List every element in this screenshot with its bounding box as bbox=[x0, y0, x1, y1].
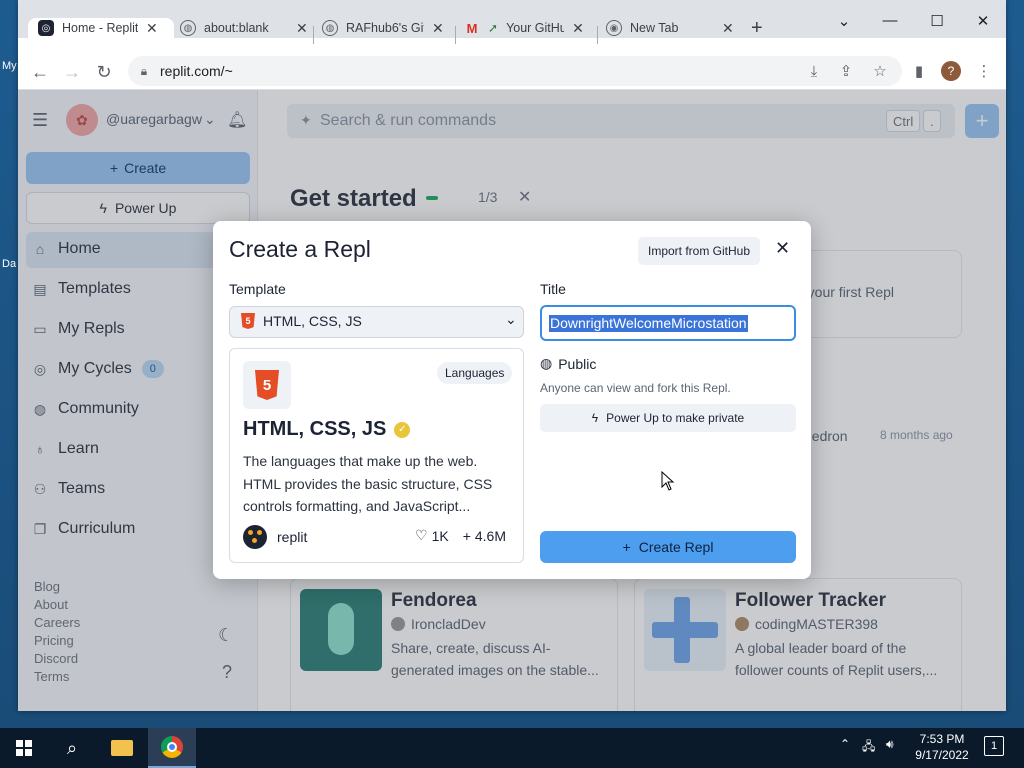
rocket-icon: ➚ bbox=[488, 21, 499, 35]
install-icon[interactable]: ⤓ bbox=[804, 61, 824, 81]
share-icon[interactable]: ⇪ bbox=[836, 61, 856, 81]
template-name: HTML, CSS, JS ✓ bbox=[243, 418, 411, 441]
tab-separator bbox=[455, 26, 456, 44]
new-tab-button[interactable]: + bbox=[751, 17, 763, 39]
repl-title-value[interactable]: DownrightWelcomeMicrostation bbox=[549, 315, 748, 332]
volume-icon[interactable]: 🔊︎ bbox=[886, 737, 894, 752]
tab-title: Home - Replit bbox=[62, 21, 138, 35]
clock-date: 9/17/2022 bbox=[915, 748, 969, 762]
url-text[interactable]: replit.com/~ bbox=[160, 63, 233, 79]
plus-icon: + bbox=[622, 539, 631, 555]
title-label: Title bbox=[540, 281, 566, 297]
close-icon[interactable]: ✕ bbox=[432, 20, 444, 37]
close-icon[interactable]: ✕ bbox=[775, 238, 790, 259]
likes-count: 1K bbox=[431, 527, 449, 544]
gmail-icon: M bbox=[466, 20, 478, 36]
bookmark-star-icon[interactable]: ☆ bbox=[870, 61, 890, 81]
visibility-row: ◍ Public bbox=[540, 355, 596, 372]
system-clock[interactable]: 7:53 PM 9/17/2022 bbox=[912, 731, 972, 763]
html5-icon: 5 bbox=[241, 313, 255, 329]
profile-avatar[interactable]: ? bbox=[941, 61, 961, 81]
template-description: The languages that make up the web. HTML… bbox=[243, 450, 511, 518]
globe-icon: ◍ bbox=[180, 20, 196, 36]
html5-icon: 5 bbox=[255, 370, 279, 400]
replit-page: ☰ ✿ @uaregarbagw ⌄ 🔔︎ + Create ϟ Power U… bbox=[18, 90, 1006, 711]
visibility-label: Public bbox=[558, 355, 597, 372]
back-icon[interactable]: ← bbox=[28, 60, 52, 84]
languages-tag: Languages bbox=[437, 362, 513, 384]
template-desc-line: HTML provides the basic structure, CSS bbox=[243, 475, 493, 492]
tab-title: New Tab bbox=[630, 21, 679, 35]
tab-title: RAFhub6's Git bbox=[346, 21, 424, 35]
tab-separator bbox=[597, 26, 598, 44]
reload-icon[interactable]: ↻ bbox=[92, 60, 116, 84]
verified-icon: ✓ bbox=[394, 421, 411, 438]
mouse-cursor-icon bbox=[661, 471, 675, 491]
create-repl-label: Create Repl bbox=[638, 539, 714, 555]
forks-stat: + 4.6M bbox=[463, 528, 506, 544]
power-up-private-button[interactable]: ϟ Power Up to make private bbox=[540, 404, 796, 432]
tab-gmail[interactable]: M ➚ Your GitHu ✕ bbox=[464, 18, 584, 38]
power-up-private-label: Power Up to make private bbox=[606, 411, 745, 425]
template-author[interactable]: replit bbox=[243, 525, 307, 549]
tab-about-blank[interactable]: ◍ about:blank ✕ bbox=[180, 18, 308, 38]
template-label: Template bbox=[229, 281, 286, 297]
chrome-taskbar-icon[interactable] bbox=[148, 728, 196, 768]
chevron-up-icon[interactable]: ⌃ bbox=[840, 737, 850, 751]
forward-icon[interactable]: → bbox=[60, 60, 84, 84]
tab-new-tab[interactable]: ◉ New Tab ✕ bbox=[606, 18, 734, 38]
tab-title: Your GitHu bbox=[506, 21, 565, 35]
menu-dots-icon[interactable]: ⋮ bbox=[974, 61, 994, 81]
heart-icon: ♡ bbox=[415, 527, 428, 543]
chevron-down-icon: ⌄ bbox=[505, 311, 517, 327]
desktop-label: Da bbox=[2, 258, 17, 270]
template-stats: ♡ 1K + 4.6M bbox=[415, 527, 506, 544]
template-select-value: HTML, CSS, JS bbox=[263, 313, 362, 329]
globe-icon: ◍ bbox=[322, 20, 338, 36]
likes-stat: ♡ 1K bbox=[415, 527, 449, 544]
forks-count: 4.6M bbox=[474, 527, 506, 544]
modal-title: Create a Repl bbox=[229, 236, 371, 262]
close-icon[interactable]: ✕ bbox=[722, 20, 734, 37]
create-repl-modal: Create a Repl Import from GitHub ✕ Templ… bbox=[213, 221, 811, 579]
lock-icon[interactable]: 🔒︎ bbox=[134, 61, 154, 81]
tab-github[interactable]: ◍ RAFhub6's Git ✕ bbox=[322, 18, 444, 38]
replit-icon: ◎ bbox=[38, 20, 54, 36]
globe-icon: ◍ bbox=[540, 355, 553, 371]
chrome-icon: ◉ bbox=[606, 20, 622, 36]
side-panel-icon[interactable]: ▮ bbox=[909, 61, 929, 81]
maximize-icon[interactable]: ☐ bbox=[922, 12, 952, 30]
file-explorer-icon[interactable] bbox=[98, 728, 146, 768]
tab-home-replit[interactable]: ◎ Home - Replit ✕ bbox=[38, 18, 158, 38]
import-from-github-button[interactable]: Import from GitHub bbox=[638, 237, 761, 265]
close-window-icon[interactable]: ✕ bbox=[968, 12, 998, 30]
close-icon[interactable]: ✕ bbox=[296, 20, 308, 37]
template-desc-line: The languages that make up the web. bbox=[243, 453, 478, 469]
address-bar[interactable] bbox=[128, 56, 902, 86]
close-icon[interactable]: ✕ bbox=[572, 20, 584, 37]
template-author-name: replit bbox=[277, 529, 308, 545]
windows-start-icon[interactable] bbox=[0, 728, 48, 768]
notifications-icon[interactable]: 1 bbox=[984, 736, 1004, 756]
visibility-description: Anyone can view and fork this Repl. bbox=[540, 381, 731, 395]
template-name-text: HTML, CSS, JS bbox=[243, 418, 387, 440]
close-icon[interactable]: ✕ bbox=[146, 20, 158, 37]
minimize-icon[interactable]: — bbox=[875, 12, 905, 29]
replit-logo-icon bbox=[243, 525, 267, 549]
fork-icon: + bbox=[462, 527, 471, 544]
template-desc-line: controls formatting, and JavaScript... bbox=[243, 498, 471, 514]
chevron-down-icon[interactable]: ⌄ bbox=[829, 12, 859, 30]
clock-time: 7:53 PM bbox=[919, 732, 965, 746]
network-icon[interactable]: 🖧︎ bbox=[862, 737, 875, 758]
lightning-icon: ϟ bbox=[591, 411, 599, 425]
search-icon[interactable]: ⌕ bbox=[48, 728, 96, 768]
create-repl-button[interactable]: + Create Repl bbox=[540, 531, 796, 563]
desktop-label: My bbox=[2, 60, 17, 72]
tab-separator bbox=[313, 26, 314, 44]
tab-title: about:blank bbox=[204, 21, 269, 35]
